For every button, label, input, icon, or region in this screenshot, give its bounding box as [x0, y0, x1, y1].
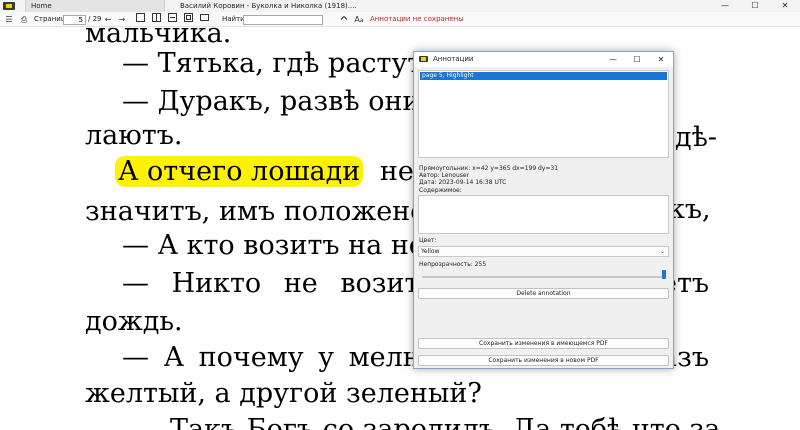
find-input[interactable]	[243, 15, 323, 25]
annotation-dialog: Аннотации — ☐ ✕ page 5, Highlight Прямоу…	[413, 51, 674, 369]
text-line: лаютъ.	[85, 120, 183, 151]
text-fragment: не	[379, 156, 414, 187]
color-select[interactable]: Yellow ⌄	[418, 246, 669, 257]
annotation-rect: Прямоугольник: x=42 y=365 dx=199 dy=31	[419, 165, 559, 172]
document-page: мальчика. — Тятька, гдѣ растут — Дуракъ,…	[0, 18, 800, 430]
print-icon[interactable]: ⎙	[18, 12, 30, 27]
dialog-title: Аннотации	[433, 55, 474, 63]
color-select-value: Yellow	[421, 248, 440, 255]
text-line: Такъ Богъ со зародилъ. Да тебѣ что за	[170, 414, 721, 430]
status-text: Аннотации не сохранены	[370, 15, 464, 23]
text-line: дождь.	[85, 306, 183, 337]
text-line: значитъ, имъ положено.	[85, 196, 436, 227]
save-existing-pdf-button[interactable]: Сохранить изменения в имеющемся PDF	[418, 338, 669, 349]
delete-annotation-button[interactable]: Delete annotation	[418, 288, 669, 299]
dialog-app-icon	[419, 56, 428, 62]
contents-textarea[interactable]	[418, 195, 669, 234]
highlighted-line: А отчего лошади не	[115, 154, 414, 190]
window-title: Василий Коровин - Буколка и Николка (191…	[180, 2, 357, 10]
annotation-list-item[interactable]: page 5, Highlight	[420, 72, 667, 80]
dialog-minimize-button[interactable]: —	[601, 52, 625, 67]
text-size-icon[interactable]: Aa	[352, 12, 366, 27]
opacity-slider[interactable]	[422, 276, 666, 278]
dialog-title-bar[interactable]: Аннотации — ☐ ✕	[414, 52, 673, 67]
annotation-list[interactable]: page 5, Highlight	[418, 70, 669, 158]
opacity-label: Непрозрачность: 255	[419, 261, 487, 268]
text-line: — А кто возитъ на не	[122, 230, 425, 261]
title-bar: Home Василий Коровин - Буколка и Николка…	[0, 0, 800, 12]
text-fragment: дѣ-	[675, 122, 718, 153]
color-label: Цвет:	[419, 237, 437, 244]
tab-home[interactable]: Home	[25, 0, 165, 12]
annotation-date: Дата: 2023-09-14 16:38 UTC	[419, 179, 507, 186]
find-prev-icon[interactable]	[338, 12, 350, 27]
text-line: желтый, а другой зеленый?	[85, 378, 482, 409]
maximize-button[interactable]: ☐	[740, 0, 770, 12]
dialog-maximize-button[interactable]: ☐	[625, 52, 649, 67]
text-fragment: къ,	[668, 194, 711, 225]
highlight-annotation[interactable]: А отчего лошади	[115, 156, 364, 187]
save-new-pdf-button[interactable]: Сохранить изменения в новом PDF	[418, 355, 669, 366]
text-line: — А почему у мелн	[122, 342, 421, 373]
text-line: — Тятька, гдѣ растут	[122, 48, 423, 79]
opacity-slider-thumb[interactable]	[662, 270, 666, 279]
contents-label: Содержимое:	[419, 187, 462, 194]
menu-icon[interactable]: ☰	[3, 12, 15, 27]
close-button[interactable]: ✕	[770, 0, 800, 12]
page-number-input[interactable]	[63, 15, 86, 25]
dialog-close-button[interactable]: ✕	[649, 52, 673, 67]
chevron-down-icon: ⌄	[659, 248, 665, 255]
text-line: — Никто не возит	[122, 268, 420, 299]
app-icon	[3, 2, 15, 10]
text-line: — Дуракъ, развѣ они	[122, 86, 421, 117]
annotation-author: Автор: Lenouser	[419, 172, 470, 179]
minimize-button[interactable]: —	[710, 0, 740, 12]
